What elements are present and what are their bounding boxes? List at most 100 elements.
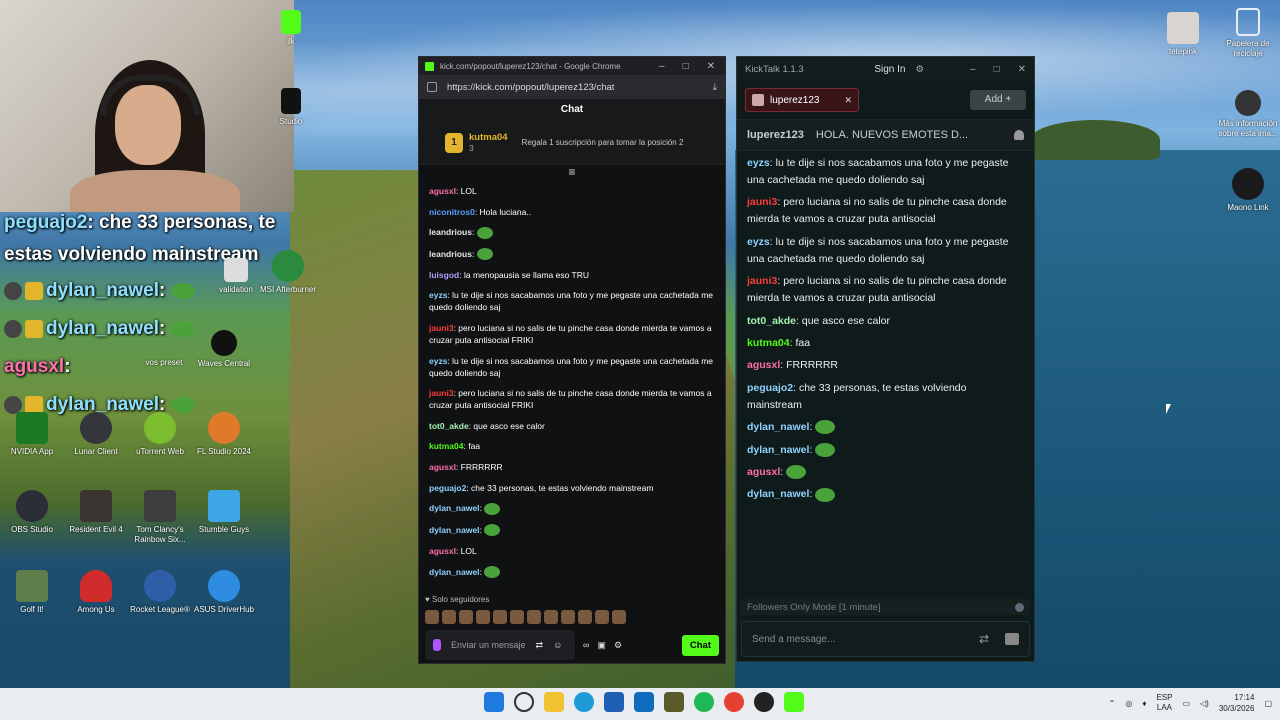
chat-username[interactable]: luisgod — [429, 270, 459, 280]
emote-icon[interactable] — [459, 610, 473, 624]
emote-icon[interactable] — [544, 610, 558, 624]
link-icon[interactable]: ∞ — [583, 640, 589, 650]
spotify-icon[interactable] — [694, 692, 714, 712]
obs-taskbar-icon[interactable] — [754, 692, 774, 712]
mic-tray-icon[interactable]: ♦ — [1142, 699, 1146, 708]
edge-icon[interactable] — [574, 692, 594, 712]
pinned-gifter[interactable]: 1 kutma04 3 Regala 1 suscripción para to… — [419, 121, 725, 165]
outlook-icon[interactable] — [634, 692, 654, 712]
kicktalk-titlebar[interactable]: KickTalk 1.1.3 Sign In ⚙ – □ ✕ — [737, 57, 1034, 81]
message-input[interactable]: Send a message... ⇄ — [741, 621, 1030, 657]
emote-icon[interactable] — [510, 610, 524, 624]
chat-username[interactable]: jauni3 — [747, 275, 777, 287]
chat-username[interactable]: leandrious — [429, 249, 472, 259]
chat-username[interactable]: peguajo2 — [429, 483, 466, 493]
emote-icon[interactable] — [442, 610, 456, 624]
chat-username[interactable]: dylan_nawel — [429, 503, 480, 513]
chat-username[interactable]: agusxl — [429, 462, 456, 472]
site-info-icon[interactable] — [427, 82, 437, 92]
close-icon[interactable]: ✕ — [1018, 64, 1026, 75]
emote-icon[interactable] — [527, 610, 541, 624]
url-text[interactable]: https://kick.com/popout/luperez123/chat — [447, 82, 614, 93]
chat-username[interactable]: niconitros0 — [429, 207, 475, 217]
chat-username[interactable]: eyzs — [747, 157, 770, 169]
display-icon[interactable]: ▭ — [1182, 699, 1190, 708]
chat-username[interactable]: agusxl — [429, 186, 456, 196]
chrome-titlebar[interactable]: kick.com/popout/luperez123/chat - Google… — [419, 57, 725, 75]
address-bar[interactable]: https://kick.com/popout/luperez123/chat … — [419, 75, 725, 99]
volume-icon[interactable]: ◁) — [1200, 699, 1209, 708]
chat-username[interactable]: eyzs — [429, 290, 447, 300]
collapse-chevron-icon[interactable]: ≡ — [419, 165, 725, 183]
desktop-icon-tetepink[interactable]: tetepink — [1147, 12, 1219, 57]
network-icon[interactable]: ◎ — [1125, 699, 1132, 708]
chat-username[interactable]: dylan_nawel — [747, 444, 809, 456]
desktop-icon-asus[interactable]: ASUS DriverHub — [188, 570, 260, 615]
desktop-icon-kick[interactable]: ilk — [274, 10, 308, 47]
desktop-icon-maono[interactable]: Maono Link — [1212, 168, 1280, 213]
chat-username[interactable]: agusxl — [747, 359, 780, 371]
chat-username[interactable]: eyzs — [429, 356, 447, 366]
desktop-icon-spotlight[interactable]: Más información sobre esta ima... — [1212, 90, 1280, 139]
chat-username[interactable]: dylan_nawel — [747, 421, 809, 433]
chat-username[interactable]: jauni3 — [429, 388, 454, 398]
settings-gear-icon[interactable]: ⚙ — [915, 64, 924, 75]
notifications-icon[interactable]: ▢ — [1264, 699, 1272, 708]
chat-username[interactable]: kutma04 — [747, 337, 790, 349]
sign-in-button[interactable]: Sign In — [874, 64, 905, 75]
emote-picker-icon[interactable] — [1005, 633, 1019, 645]
desktop-icon-utorrent[interactable]: uTorrent Web — [124, 412, 196, 457]
chat-username[interactable]: dylan_nawel — [747, 488, 809, 500]
close-tab-icon[interactable]: ✕ — [844, 95, 852, 106]
chat-username[interactable]: agusxl — [747, 466, 780, 478]
emote-icon[interactable] — [476, 610, 490, 624]
translate-icon[interactable]: ⇄ — [979, 632, 989, 646]
desktop-icon-preset[interactable]: vos preset — [128, 358, 200, 368]
minecraft-icon[interactable] — [664, 692, 684, 712]
tab-luperez123[interactable]: luperez123 ✕ — [745, 88, 859, 112]
chat-username[interactable]: kutma04 — [429, 441, 464, 451]
chat-username[interactable]: eyzs — [747, 236, 770, 248]
add-channel-button[interactable]: Add + — [970, 90, 1026, 110]
chrome-icon[interactable] — [724, 692, 744, 712]
desktop-icon-lunar[interactable]: Lunar Client — [60, 412, 132, 457]
chat-username[interactable]: tot0_akde — [747, 315, 796, 327]
mic-icon[interactable] — [433, 639, 441, 651]
emote-icon[interactable] — [425, 610, 439, 624]
gift-prompt[interactable]: Regala 1 suscripción para tomar la posic… — [522, 138, 684, 147]
desktop-icon-studio[interactable]: Studio — [274, 88, 308, 127]
emoji-icon[interactable]: ☺ — [553, 640, 562, 650]
minimize-icon[interactable]: – — [659, 61, 665, 72]
desktop-icon-stumble[interactable]: Stumble Guys — [188, 490, 260, 535]
info-icon[interactable] — [1015, 602, 1024, 612]
emote-icon[interactable] — [595, 610, 609, 624]
chat-username[interactable]: peguajo2 — [747, 382, 793, 394]
chat-username[interactable]: jauni3 — [429, 323, 454, 333]
settings-gear-icon[interactable]: ⚙ — [614, 640, 622, 651]
desktop-icon-r6[interactable]: Tom Clancy's Rainbow Six... — [124, 490, 196, 545]
search-icon[interactable] — [514, 692, 534, 712]
close-icon[interactable]: ✕ — [707, 61, 715, 72]
chevron-up-icon[interactable]: ⌃ — [1109, 699, 1116, 708]
language-indicator[interactable]: ESP LAA — [1156, 693, 1172, 713]
kicktalk-window[interactable]: KickTalk 1.1.3 Sign In ⚙ – □ ✕ luperez12… — [736, 56, 1035, 662]
minimize-icon[interactable]: – — [970, 64, 976, 75]
chat-username[interactable]: jauni3 — [747, 196, 777, 208]
kick-taskbar-icon[interactable] — [784, 692, 804, 712]
chat-username[interactable]: leandrious — [429, 227, 472, 237]
emote-icon[interactable] — [561, 610, 575, 624]
emote-icon[interactable] — [493, 610, 507, 624]
desktop-icon-golfit[interactable]: Golf It! — [0, 570, 68, 615]
maximize-icon[interactable]: □ — [683, 61, 689, 72]
chat-username[interactable]: tot0_akde — [429, 421, 469, 431]
desktop-icon-rocket[interactable]: Rocket League® — [124, 570, 196, 615]
download-icon[interactable]: ⤓ — [713, 82, 717, 93]
chat-username[interactable]: dylan_nawel — [429, 567, 480, 577]
desktop-icon-obs[interactable]: OBS Studio — [0, 490, 68, 535]
emote-icon[interactable] — [612, 610, 626, 624]
desktop-icon-flstudio[interactable]: FL Studio 2024 — [188, 412, 260, 457]
emote-quick-row[interactable] — [425, 610, 626, 624]
chat-username[interactable]: agusxl — [429, 546, 456, 556]
clock[interactable]: 17:14 30/3/2026 — [1219, 692, 1255, 714]
desktop-icon-nvidia[interactable]: NVIDIA App — [0, 412, 68, 457]
